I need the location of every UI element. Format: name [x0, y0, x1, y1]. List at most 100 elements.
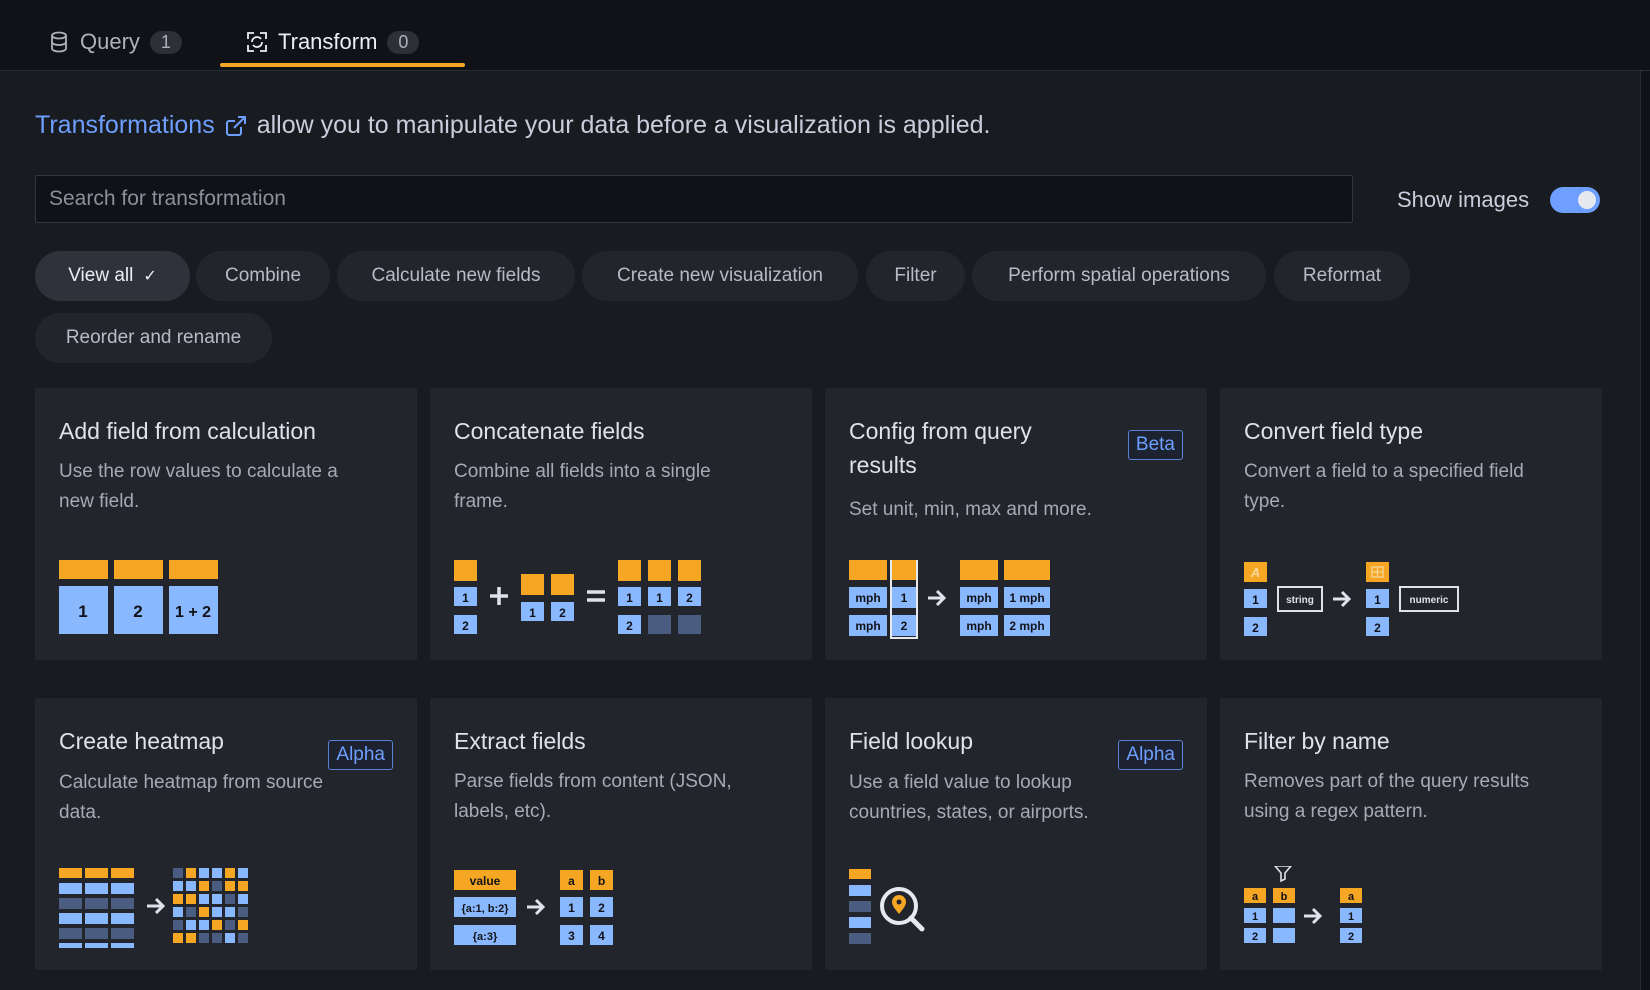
card-description-line: Set unit, min, max and more. [849, 499, 1092, 520]
heatmap-cell [212, 881, 222, 891]
heatmap-cell [173, 881, 183, 891]
card-extract-fields[interactable]: Extract fields Parse fields from content… [430, 698, 812, 970]
heatmap-cell [173, 894, 183, 904]
cell-label: 1 [568, 901, 575, 915]
filter-chip-filter[interactable]: Filter [866, 251, 965, 301]
cell-label: 1 [1348, 911, 1354, 923]
card-add-field-from-calculation[interactable]: Add field from calculation Use the row v… [35, 388, 417, 660]
heatmap-cell [199, 907, 209, 917]
card-title: Create heatmap [59, 728, 224, 754]
cell-label: 1 [1374, 593, 1381, 607]
tab-transform-count: 0 [387, 30, 420, 54]
card-description-line: type. [1244, 491, 1286, 512]
heatmap-source-cell [59, 913, 82, 924]
cell-label: {a:1, b:2} [461, 903, 509, 915]
card-description-line: frame. [454, 491, 508, 512]
card-title-line: results [849, 452, 917, 478]
card-concatenate-fields[interactable]: Concatenate fields Combine all fields in… [430, 388, 812, 660]
filter-chip-create-new-visualization[interactable]: Create new visualization [582, 251, 858, 301]
heatmap-cell [186, 868, 196, 878]
card-description: Use a field value to lookup countries, s… [849, 768, 1089, 828]
cell-label: 1 [529, 606, 536, 620]
heatmap-cell [212, 868, 222, 878]
card-convert-field-type[interactable]: Convert field type Convert a field to a … [1220, 388, 1602, 660]
intro-text: Transformations allow you to manipulate … [35, 111, 990, 140]
filter-chip-reformat[interactable]: Reformat [1274, 251, 1410, 301]
cell-label: mph [966, 591, 991, 605]
filter-chip-view-all[interactable]: View all ✓ [35, 251, 190, 301]
card-field-lookup[interactable]: Field lookup Alpha Use a field value to … [825, 698, 1207, 970]
filter-chip-reorder-and-rename[interactable]: Reorder and rename [35, 313, 272, 363]
heatmap-source-header-cell [111, 868, 134, 878]
cell-label: 4 [598, 929, 605, 943]
add-field-illustration: 1 2 1 + 2 [59, 560, 219, 636]
heatmap-cell [225, 881, 235, 891]
card-description-line: new field. [59, 491, 140, 512]
search-field[interactable] [35, 175, 1353, 223]
external-link-icon[interactable] [225, 115, 247, 137]
card-description-line: using a regex pattern. [1244, 801, 1428, 822]
filter-chip-combine[interactable]: Combine [196, 251, 330, 301]
heatmap-cell [238, 920, 248, 930]
cell-label: a [1252, 891, 1259, 903]
cell-label: 2 mph [1009, 619, 1044, 633]
location-search-icon [880, 887, 925, 932]
transform-icon [246, 31, 268, 53]
editor-tabs: Query 1 Transform 0 [0, 0, 1650, 71]
card-description-line: Use a field value to lookup [849, 772, 1072, 793]
cell-label: 2 [626, 619, 633, 633]
heatmap-cell [186, 881, 196, 891]
heatmap-source-header-cell [85, 868, 108, 878]
cell-label: 2 [1348, 931, 1354, 943]
heatmap-source-header-cell [59, 868, 82, 878]
filter-chip-label: Combine [224, 265, 302, 286]
show-images-toggle[interactable] [1550, 187, 1600, 213]
heatmap-cell [173, 920, 183, 930]
heatmap-cell [186, 933, 196, 943]
heatmap-cell [212, 920, 222, 930]
tab-query-label: Query [80, 29, 140, 54]
heatmap-cell [238, 894, 248, 904]
cell-label: 2 [1374, 621, 1381, 635]
card-filter-by-name[interactable]: Filter by name Removes part of the query… [1220, 698, 1602, 970]
cell-label: mph [855, 619, 880, 633]
cell-label: 1 [901, 591, 908, 605]
heatmap-cell [225, 907, 235, 917]
card-description-line: countries, states, or airports. [849, 802, 1089, 823]
heatmap-cell [238, 933, 248, 943]
cell-label: 1 mph [1009, 591, 1044, 605]
cell-label: A [1250, 565, 1260, 580]
tab-transform[interactable]: Transform 0 [246, 20, 420, 64]
filter-chip-perform-spatial-operations[interactable]: Perform spatial operations [972, 251, 1266, 301]
config-illustration: mph mph 1 2 mph mph 1 mph 2 mph [849, 560, 1059, 640]
heatmap-source-table [59, 868, 134, 948]
transformations-doc-link[interactable]: Transformations [35, 111, 215, 140]
filter-chip-label: Filter [894, 265, 937, 286]
alpha-badge: Alpha [1118, 740, 1183, 770]
tab-query[interactable]: Query 1 [48, 20, 182, 64]
concatenate-illustration: 1 2 1 2 1 1 2 2 [454, 560, 704, 636]
toggle-knob [1578, 191, 1596, 209]
cell-label: 2 [133, 602, 142, 621]
card-title: Filter by name [1244, 728, 1390, 754]
card-title: Convert field type [1244, 418, 1423, 444]
cell-label: 1 [1252, 911, 1258, 923]
heatmap-source-cell [85, 928, 108, 939]
heatmap-cell [186, 920, 196, 930]
extract-illustration: value {a:1, b:2} {a:3} a b 1 2 3 4 [454, 870, 654, 948]
cell-label: 2 [901, 619, 908, 633]
card-create-heatmap[interactable]: Create heatmap Alpha Calculate heatmap f… [35, 698, 417, 970]
card-description-line: labels, etc). [454, 801, 552, 822]
search-input[interactable] [36, 176, 1352, 222]
card-description-line: Removes part of the query results [1244, 771, 1530, 792]
intro-description: allow you to manipulate your data before… [256, 111, 991, 139]
heatmap-cell [199, 868, 209, 878]
cell-label: 2 [462, 619, 469, 633]
filter-chip-calculate-new-fields[interactable]: Calculate new fields [337, 251, 575, 301]
filter-by-name-illustration: a b 1 2 a 1 2 [1244, 866, 1384, 948]
card-description-line: Calculate heatmap from source [59, 772, 324, 793]
heatmap-source-cell [111, 943, 134, 948]
heatmap-source-cell [111, 928, 134, 939]
card-config-from-query-results[interactable]: Config from query results Beta Set unit,… [825, 388, 1207, 660]
heatmap-cell [173, 868, 183, 878]
